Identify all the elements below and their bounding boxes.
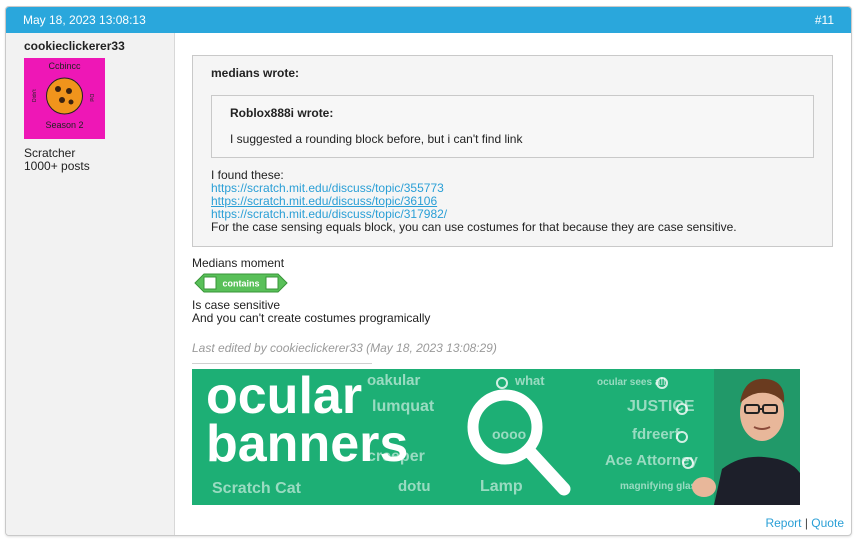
svg-text:fdreerf: fdreerf [632, 426, 681, 443]
quote-link[interactable]: Quote [811, 516, 844, 530]
svg-text:Scratch Cat: Scratch Cat [212, 480, 302, 497]
avatar-image: Ccbincc Season 2 Did Didn't [24, 58, 105, 139]
post-number-link[interactable]: #11 [815, 13, 834, 27]
edited-note: Last edited by cookieclickerer33 (May 18… [192, 341, 497, 355]
scratch-contains-block: contains [194, 273, 288, 293]
post-header: May 18, 2023 13:08:13 #11 [6, 7, 851, 33]
svg-text:Lamp: Lamp [480, 478, 523, 495]
blockquote: medians wrote: Roblox888i wrote: I sugge… [192, 55, 833, 247]
nested-quote-text: I suggested a rounding block before, but… [230, 132, 523, 146]
block-label: contains [222, 279, 259, 289]
reply-line-3: And you can't create costumes programica… [192, 311, 431, 325]
svg-text:what: what [514, 373, 545, 388]
avatar[interactable]: Ccbincc Season 2 Did Didn't [24, 58, 105, 139]
reply-text: Is case sensitive And you can't create c… [192, 299, 833, 325]
banner-title-2: banners [206, 415, 408, 473]
forum-post: May 18, 2023 13:08:13 #11 cookieclickere… [5, 6, 852, 536]
nested-blockquote: Roblox888i wrote: I suggested a rounding… [211, 95, 814, 158]
avatar-text-top: Ccbincc [48, 61, 81, 71]
signature-banner[interactable]: oakular what ocular sees all lumquat JUS… [192, 369, 800, 505]
quote-author: medians wrote: [211, 66, 300, 80]
report-link[interactable]: Report [765, 516, 801, 530]
author-username[interactable]: cookieclickerer33 [24, 39, 174, 53]
svg-text:Didn't: Didn't [32, 89, 38, 102]
author-info: Scratcher 1000+ posts [24, 147, 174, 173]
svg-text:oooo: oooo [492, 426, 526, 442]
banner-image: oakular what ocular sees all lumquat JUS… [192, 369, 800, 505]
actions-separator: | [804, 516, 808, 530]
svg-text:ocular sees all: ocular sees all [597, 377, 666, 388]
nested-quote-author: Roblox888i wrote: [230, 106, 334, 120]
quote-closing-text: For the case sensing equals block, you c… [211, 220, 737, 234]
post-body: cookieclickerer33 Ccbincc Season 2 Did D… [6, 33, 851, 535]
svg-text:magnifying glass: magnifying glass [620, 481, 702, 492]
svg-text:oakular: oakular [367, 372, 421, 389]
author-post-count: 1000+ posts [24, 159, 90, 173]
post-timestamp: May 18, 2023 13:08:13 [23, 13, 146, 27]
svg-text:dotu: dotu [398, 478, 430, 495]
signature-divider [192, 363, 372, 364]
author-sidebar: cookieclickerer33 Ccbincc Season 2 Did D… [6, 33, 175, 535]
avatar-text-bottom: Season 2 [45, 120, 83, 130]
post-actions: Report | Quote [765, 516, 844, 530]
post-content: medians wrote: Roblox888i wrote: I sugge… [175, 33, 851, 535]
svg-text:Did: Did [88, 94, 94, 102]
svg-text:lumquat: lumquat [372, 398, 435, 415]
reply-line-1: Medians moment [192, 256, 285, 270]
